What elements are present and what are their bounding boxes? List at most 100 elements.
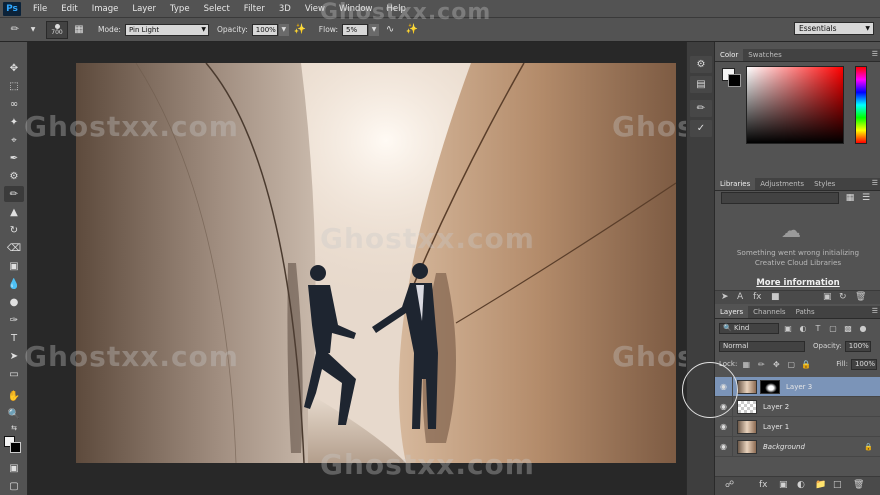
add-color-icon[interactable]: ■ — [771, 292, 780, 302]
menu-type[interactable]: Type — [163, 0, 197, 18]
menu-layer[interactable]: Layer — [125, 0, 163, 18]
tab-styles[interactable]: Styles — [809, 178, 840, 190]
type-tool-icon[interactable]: T — [4, 330, 24, 346]
layer-filter-kind-select[interactable]: 🔍 Kind — [719, 322, 779, 334]
new-group-icon[interactable]: 📁 — [815, 480, 826, 490]
screen-mode-icon[interactable]: ▢ — [4, 478, 24, 494]
menu-filter[interactable]: Filter — [237, 0, 272, 18]
hue-slider[interactable] — [855, 66, 867, 144]
fill-input[interactable]: 100% — [850, 358, 877, 370]
add-graphic-icon[interactable]: ➤ — [721, 292, 729, 302]
clone-stamp-tool-icon[interactable]: ▲ — [4, 204, 24, 220]
workspace-select[interactable]: Essentials ▼ — [794, 22, 874, 35]
brush-presets-panel-icon[interactable]: ✏ — [690, 100, 712, 117]
eye-icon[interactable]: ◉ — [715, 416, 733, 437]
background-color-swatch[interactable] — [10, 442, 21, 453]
chevron-down-icon[interactable]: ▼ — [29, 22, 37, 38]
marquee-tool-icon[interactable]: ⬚ — [4, 78, 24, 94]
lock-transparent-icon[interactable]: ▦ — [740, 359, 752, 370]
panel-menu-icon[interactable]: ☰ — [872, 179, 878, 187]
blur-tool-icon[interactable]: 💧 — [4, 276, 24, 292]
adjustment-layer-icon[interactable]: ◐ — [797, 480, 805, 490]
history-panel-icon[interactable]: ⚙ — [690, 56, 712, 73]
menu-file[interactable]: File — [26, 0, 54, 18]
pressure-opacity-icon[interactable]: ✨ — [292, 22, 308, 38]
filter-adjustment-icon[interactable]: ◐ — [797, 323, 809, 334]
tab-libraries[interactable]: Libraries — [715, 178, 756, 190]
tab-layers[interactable]: Layers — [715, 306, 749, 318]
brush-size-picker[interactable]: 700 — [46, 20, 68, 39]
link-layers-icon[interactable]: ☍ — [725, 480, 734, 490]
dodge-tool-icon[interactable]: ● — [4, 294, 24, 310]
lock-image-icon[interactable]: ✏ — [755, 359, 767, 370]
list-view-icon[interactable]: ☰ — [859, 192, 873, 204]
filter-type-icon[interactable]: T — [812, 323, 824, 334]
filter-shape-icon[interactable]: ▢ — [827, 323, 839, 334]
opacity-input[interactable]: 100% — [251, 23, 278, 36]
brush-panel-toggle-icon[interactable]: ▦ — [71, 22, 87, 38]
filter-toggle-icon[interactable]: ● — [857, 323, 869, 334]
flow-slider-toggle[interactable]: ▼ — [369, 23, 380, 36]
path-selection-tool-icon[interactable]: ➤ — [4, 348, 24, 364]
blend-mode-select[interactable]: Pin Light ▼ — [124, 23, 209, 36]
sync-icon[interactable]: ↻ — [839, 292, 847, 302]
layer-row-layer-3[interactable]: ◉ Layer 3 — [715, 376, 880, 397]
brush-tool-preset-icon[interactable]: ✏ — [7, 22, 23, 38]
tab-swatches[interactable]: Swatches — [743, 49, 786, 61]
grid-view-icon[interactable]: ▦ — [843, 192, 857, 204]
eye-icon[interactable]: ◉ — [715, 436, 733, 457]
layer-blend-mode-select[interactable]: Normal — [719, 340, 805, 352]
filter-pixel-icon[interactable]: ▣ — [782, 323, 794, 334]
layer-opacity-input[interactable]: 100% — [844, 340, 871, 352]
quick-mask-icon[interactable]: ▣ — [4, 460, 24, 476]
color-picker-field[interactable] — [746, 66, 844, 144]
menu-edit[interactable]: Edit — [54, 0, 84, 18]
move-tool-icon[interactable]: ✥ — [4, 60, 24, 76]
panel-menu-icon[interactable]: ☰ — [872, 50, 878, 58]
tool-presets-panel-icon[interactable]: ✓ — [690, 120, 712, 137]
layer-mask-thumbnail[interactable] — [760, 379, 780, 394]
crop-tool-icon[interactable]: ⌖ — [4, 132, 24, 148]
panel-menu-icon[interactable]: ☰ — [872, 307, 878, 315]
layer-row-layer-2[interactable]: ◉ Layer 2 — [715, 396, 880, 417]
menu-select[interactable]: Select — [197, 0, 237, 18]
lasso-tool-icon[interactable]: ∞ — [4, 96, 24, 112]
hand-tool-icon[interactable]: ✋ — [4, 388, 24, 404]
quick-selection-tool-icon[interactable]: ✦ — [4, 114, 24, 130]
menu-image[interactable]: Image — [85, 0, 126, 18]
gradient-tool-icon[interactable]: ▣ — [4, 258, 24, 274]
tab-adjustments[interactable]: Adjustments — [755, 178, 809, 190]
pen-tool-icon[interactable]: ✑ — [4, 312, 24, 328]
menu-3d[interactable]: 3D — [272, 0, 298, 18]
add-character-style-icon[interactable]: A — [737, 292, 743, 302]
add-mask-icon[interactable]: ▣ — [779, 480, 788, 490]
healing-brush-tool-icon[interactable]: ⚙ — [4, 168, 24, 184]
tab-paths[interactable]: Paths — [791, 306, 820, 318]
add-layer-style-icon[interactable]: fx — [753, 292, 762, 302]
new-layer-icon[interactable]: □ — [833, 480, 842, 490]
eraser-tool-icon[interactable]: ⌫ — [4, 240, 24, 256]
lock-artboard-icon[interactable]: ▢ — [785, 359, 797, 370]
zoom-tool-icon[interactable]: 🔍 — [4, 406, 24, 422]
color-background-swatch[interactable] — [728, 74, 741, 87]
filter-smart-object-icon[interactable]: ▩ — [842, 323, 854, 334]
properties-panel-icon[interactable]: ▤ — [690, 76, 712, 93]
layer-row-background[interactable]: ◉ Background 🔒 — [715, 436, 880, 457]
history-brush-tool-icon[interactable]: ↻ — [4, 222, 24, 238]
flow-input[interactable]: 5% — [342, 23, 369, 36]
stock-icon[interactable]: ▣ — [823, 292, 832, 302]
more-information-link[interactable]: More information — [715, 278, 880, 288]
lock-position-icon[interactable]: ✥ — [770, 359, 782, 370]
delete-icon[interactable]: 🗑 — [855, 292, 866, 302]
rectangle-tool-icon[interactable]: ▭ — [4, 366, 24, 382]
add-layer-style-icon[interactable]: fx — [759, 480, 768, 490]
library-select[interactable] — [721, 192, 839, 204]
tab-channels[interactable]: Channels — [748, 306, 790, 318]
swap-colors-icon[interactable]: ⇆ — [4, 422, 24, 434]
layer-row-layer-1[interactable]: ◉ Layer 1 — [715, 416, 880, 437]
eyedropper-tool-icon[interactable]: ✒ — [4, 150, 24, 166]
opacity-slider-toggle[interactable]: ▼ — [278, 23, 289, 36]
lock-all-icon[interactable]: 🔒 — [800, 359, 812, 370]
brush-tool-icon[interactable]: ✏ — [4, 186, 24, 202]
delete-layer-icon[interactable]: 🗑 — [853, 480, 864, 490]
